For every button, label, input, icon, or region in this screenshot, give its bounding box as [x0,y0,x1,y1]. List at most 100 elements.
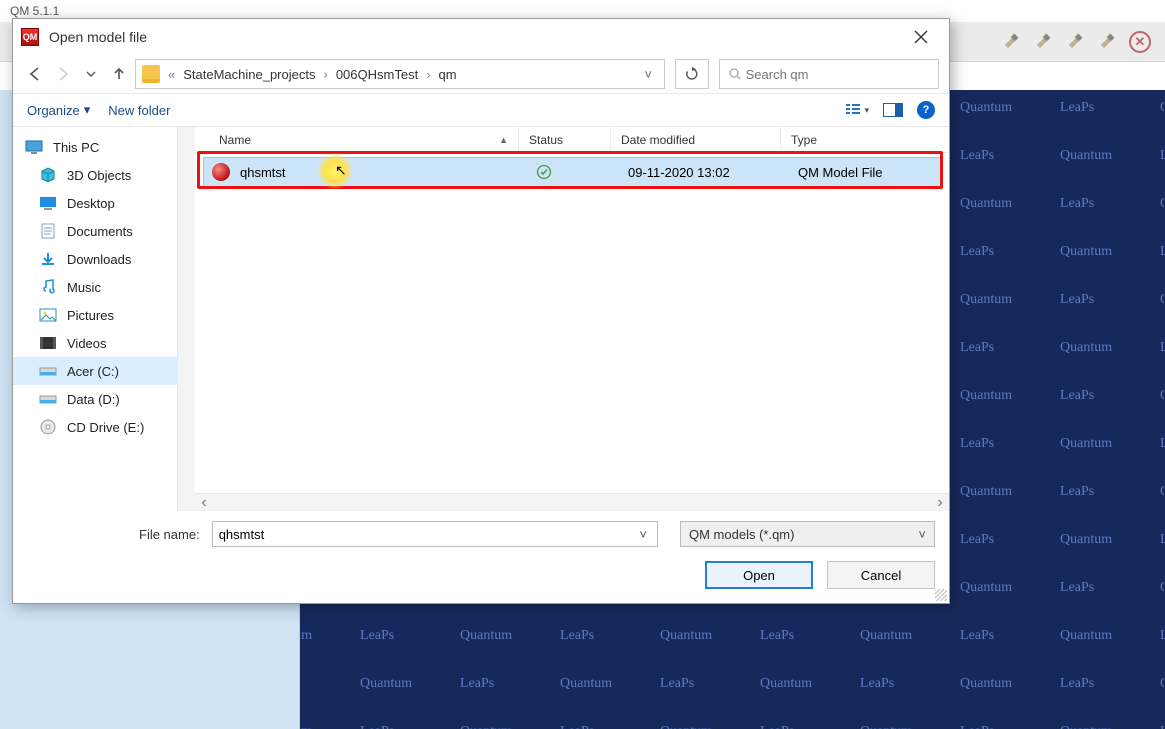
file-row[interactable]: qhsmtst 09-11-2020 13:02 QM Model File [203,157,941,187]
pattern-word: Quantum [960,292,1012,308]
filename-combobox[interactable]: ˅ [212,521,658,547]
refresh-icon [684,66,700,82]
new-folder-button[interactable]: New folder [108,103,170,118]
sidebar-item-label: Downloads [67,252,131,267]
dialog-titlebar: QM Open model file [13,19,949,55]
help-button[interactable]: ? [917,101,935,119]
file-status [536,164,628,180]
scroll-left-button[interactable]: ‹ [195,495,213,511]
refresh-button[interactable] [675,59,709,89]
pattern-word: Quantum [1160,388,1165,404]
organize-button[interactable]: Organize ▾ [27,102,90,118]
hammer-icon[interactable] [1033,31,1055,53]
pattern-word: LeaPs [960,724,994,729]
nav-up-button[interactable] [107,62,131,86]
sidebar-item-label: Desktop [67,196,115,211]
documents-icon [39,222,57,240]
hammer-icon[interactable] [1097,31,1119,53]
pattern-word: Quantum [560,676,612,692]
col-name[interactable]: Name ▲ [209,127,519,152]
breadcrumb-item[interactable]: StateMachine_projects [183,67,315,82]
pattern-word: Quantum [960,484,1012,500]
scroll-right-button[interactable]: › [931,495,949,511]
col-status[interactable]: Status [519,127,611,152]
dialog-body: This PC 3D Objects Desktop Documents Downloa… [13,127,949,511]
resize-grip[interactable] [935,589,947,601]
sidebar-item-3d-objects[interactable]: 3D Objects [13,161,195,189]
sidebar-scrollbar[interactable] [177,127,195,511]
nav-row: « StateMachine_projects › 006QHsmTest › … [13,55,949,93]
sidebar-item-label: 3D Objects [67,168,131,183]
col-name-label: Name [219,133,251,147]
cancel-circle-icon[interactable]: ✕ [1129,31,1151,53]
nav-forward-button[interactable] [51,62,75,86]
preview-pane-button[interactable] [881,99,905,121]
pattern-word: Quantum [300,628,312,644]
breadcrumb-item[interactable]: qm [439,67,457,82]
breadcrumb-bar[interactable]: « StateMachine_projects › 006QHsmTest › … [135,59,665,89]
dialog-title: Open model file [49,29,147,45]
chevron-down-icon [85,68,97,80]
pattern-word: LeaPs [360,628,394,644]
pattern-word: Quantum [300,724,312,729]
sidebar-item-music[interactable]: Music [13,273,195,301]
sidebar-item-desktop[interactable]: Desktop [13,189,195,217]
col-type[interactable]: Type [781,127,891,152]
new-folder-label: New folder [108,103,170,118]
sidebar-item-pictures[interactable]: Pictures [13,301,195,329]
pattern-word: LeaPs [560,724,594,729]
filetype-filter[interactable]: QM models (*.qm) ˅ [680,521,935,547]
dialog-footer: File name: ˅ QM models (*.qm) ˅ Open Can… [13,511,949,603]
file-type: QM Model File [798,165,918,180]
filter-label: QM models (*.qm) [689,527,794,542]
breadcrumb-dropdown[interactable]: ˅ [638,67,658,82]
check-circle-icon [536,164,552,180]
pattern-word: LeaPs [760,724,794,729]
file-name: qhsmtst [240,165,536,180]
sidebar-item-videos[interactable]: Videos [13,329,195,357]
breadcrumb-item[interactable]: 006QHsmTest [336,67,418,82]
open-file-dialog: QM Open model file « StateMachine_projec… [12,18,950,604]
file-date: 09-11-2020 13:02 [628,165,798,180]
pattern-word: Quantum [760,676,812,692]
scroll-track[interactable] [213,497,931,509]
preview-pane-icon [883,103,903,117]
sidebar-item-label: This PC [53,140,99,155]
app-title-text: QM 5.1.1 [10,4,59,18]
hammer-icon[interactable] [1065,31,1087,53]
cancel-label: Cancel [861,568,901,583]
sidebar-item-cd-drive-e-[interactable]: CD Drive (E:) [13,413,195,441]
sidebar-item-downloads[interactable]: Downloads [13,245,195,273]
pattern-word: Quantum [960,580,1012,596]
close-button[interactable] [901,23,941,51]
chevron-down-icon[interactable]: ˅ [635,527,651,542]
cancel-button[interactable]: Cancel [827,561,935,589]
music-icon [39,278,57,296]
col-date[interactable]: Date modified [611,127,781,152]
pattern-word: Quantum [1060,244,1112,260]
pattern-word: LeaPs [1160,532,1165,548]
sidebar-item-this-pc[interactable]: This PC [13,133,195,161]
hammer-icon[interactable] [1001,31,1023,53]
filename-input[interactable] [219,527,636,542]
sidebar-item-acer-c-[interactable]: Acer (C:) [13,357,195,385]
sidebar-item-data-d-[interactable]: Data (D:) [13,385,195,413]
pattern-word: Quantum [1060,148,1112,164]
pattern-word: LeaPs [1060,292,1094,308]
pattern-word: Quantum [660,628,712,644]
search-input[interactable] [746,67,930,82]
nav-sidebar[interactable]: This PC 3D Objects Desktop Documents Downloa… [13,127,195,511]
chevron-down-icon: ▾ [864,105,869,116]
search-box[interactable] [719,59,939,89]
open-button[interactable]: Open [705,561,813,589]
col-type-label: Type [791,133,817,147]
nav-back-button[interactable] [23,62,47,86]
drive-icon [39,390,57,408]
pattern-word: Quantum [1060,436,1112,452]
pattern-word: LeaPs [960,628,994,644]
view-options-button[interactable]: ▾ [845,99,869,121]
sidebar-item-documents[interactable]: Documents [13,217,195,245]
h-scrollbar[interactable]: ‹ › [195,493,949,511]
downloads-icon [39,250,57,268]
nav-history-button[interactable] [79,62,103,86]
